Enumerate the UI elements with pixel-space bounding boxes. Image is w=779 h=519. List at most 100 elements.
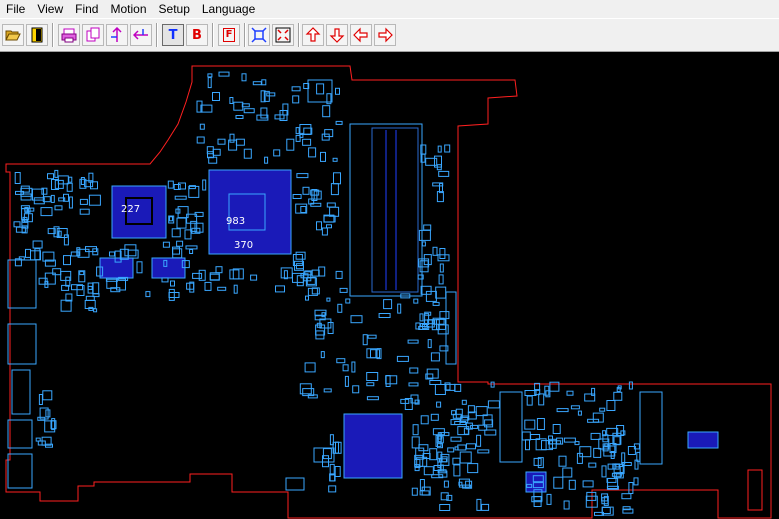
- passive-component[interactable]: [437, 145, 442, 153]
- passive-component[interactable]: [439, 345, 449, 352]
- passive-component[interactable]: [311, 269, 320, 277]
- passive-component[interactable]: [199, 123, 205, 130]
- passive-component[interactable]: [475, 406, 488, 417]
- passive-component[interactable]: [316, 221, 322, 231]
- passive-component[interactable]: [292, 95, 300, 104]
- passive-component[interactable]: [606, 485, 619, 490]
- passive-component[interactable]: [552, 424, 561, 434]
- passive-component[interactable]: [526, 395, 533, 406]
- passive-component[interactable]: [579, 446, 592, 458]
- passive-component[interactable]: [450, 419, 461, 426]
- passive-component[interactable]: [235, 115, 244, 119]
- passive-component[interactable]: [397, 303, 402, 314]
- pch-chip[interactable]: [343, 413, 403, 479]
- passive-component[interactable]: [429, 448, 438, 461]
- passive-component[interactable]: [169, 216, 173, 222]
- passive-component[interactable]: [296, 275, 304, 287]
- passive-component[interactable]: [174, 195, 187, 200]
- bottom-left-pad[interactable]: [285, 477, 305, 491]
- passive-component[interactable]: [444, 144, 451, 153]
- passive-component[interactable]: [558, 455, 567, 467]
- passive-component[interactable]: [562, 467, 573, 478]
- passive-component[interactable]: [467, 463, 479, 474]
- passive-component[interactable]: [412, 424, 419, 436]
- memory-chip-1[interactable]: [99, 257, 134, 279]
- passive-component[interactable]: [490, 381, 495, 388]
- passive-component[interactable]: [192, 272, 203, 279]
- passive-component[interactable]: [345, 298, 351, 304]
- passive-component[interactable]: [260, 107, 268, 119]
- flip-horizontal-button[interactable]: [130, 24, 152, 46]
- passive-component[interactable]: [90, 181, 98, 190]
- passive-component[interactable]: [413, 298, 419, 304]
- passive-component[interactable]: [80, 177, 85, 185]
- passive-component[interactable]: [243, 148, 252, 159]
- passive-component[interactable]: [337, 303, 343, 313]
- passive-component[interactable]: [280, 267, 293, 279]
- passive-component[interactable]: [316, 83, 325, 95]
- passive-component[interactable]: [320, 151, 326, 162]
- passive-component[interactable]: [106, 278, 118, 289]
- passive-component[interactable]: [13, 221, 21, 228]
- passive-component[interactable]: [432, 428, 445, 436]
- passive-component[interactable]: [50, 194, 55, 203]
- move-down-button[interactable]: [326, 24, 348, 46]
- board-view[interactable]: 227 983 370: [0, 52, 779, 519]
- passive-component[interactable]: [461, 399, 467, 405]
- passive-component[interactable]: [167, 180, 174, 189]
- left-port-4[interactable]: [7, 419, 33, 449]
- passive-component[interactable]: [476, 434, 482, 447]
- passive-component[interactable]: [40, 207, 53, 217]
- passive-component[interactable]: [477, 449, 490, 454]
- left-port-2[interactable]: [7, 323, 37, 365]
- passive-component[interactable]: [466, 443, 476, 450]
- passive-component[interactable]: [322, 105, 331, 118]
- passive-component[interactable]: [418, 229, 431, 241]
- passive-component[interactable]: [443, 480, 449, 488]
- passive-component[interactable]: [419, 313, 424, 322]
- top-connector[interactable]: [307, 79, 333, 103]
- right-connector-1[interactable]: [499, 391, 523, 463]
- frame-button[interactable]: F: [218, 24, 240, 46]
- passive-component[interactable]: [599, 407, 606, 412]
- passive-component[interactable]: [351, 361, 356, 373]
- passive-component[interactable]: [427, 339, 432, 349]
- passive-component[interactable]: [162, 241, 170, 248]
- passive-component[interactable]: [295, 127, 300, 135]
- passive-component[interactable]: [481, 503, 490, 511]
- passive-component[interactable]: [619, 466, 624, 473]
- passive-component[interactable]: [326, 224, 332, 229]
- passive-component[interactable]: [335, 87, 340, 95]
- passive-component[interactable]: [296, 173, 309, 179]
- passive-component[interactable]: [204, 281, 212, 291]
- passive-component[interactable]: [172, 248, 183, 259]
- passive-component[interactable]: [229, 133, 235, 143]
- passive-component[interactable]: [545, 390, 551, 398]
- passive-component[interactable]: [432, 301, 440, 306]
- passive-component[interactable]: [30, 250, 41, 261]
- passive-component[interactable]: [127, 249, 139, 259]
- passive-component[interactable]: [411, 487, 418, 496]
- passive-component[interactable]: [215, 266, 223, 274]
- passive-component[interactable]: [206, 146, 214, 155]
- passive-component[interactable]: [54, 169, 59, 178]
- passive-component[interactable]: [335, 120, 343, 125]
- menu-view[interactable]: View: [31, 0, 69, 18]
- passive-component[interactable]: [536, 418, 545, 430]
- passive-component[interactable]: [409, 367, 419, 374]
- passive-component[interactable]: [549, 440, 562, 445]
- passive-component[interactable]: [109, 251, 115, 257]
- passive-component[interactable]: [233, 284, 238, 294]
- passive-component[interactable]: [304, 362, 316, 373]
- passive-component[interactable]: [411, 436, 420, 449]
- passive-component[interactable]: [172, 246, 180, 255]
- passive-component[interactable]: [470, 424, 479, 429]
- passive-component[interactable]: [189, 249, 194, 254]
- menu-find[interactable]: Find: [69, 0, 104, 18]
- passive-component[interactable]: [601, 465, 607, 478]
- passive-component[interactable]: [207, 73, 213, 78]
- passive-component[interactable]: [184, 229, 192, 240]
- passive-component[interactable]: [14, 172, 21, 184]
- passive-component[interactable]: [621, 493, 632, 500]
- passive-component[interactable]: [52, 268, 62, 276]
